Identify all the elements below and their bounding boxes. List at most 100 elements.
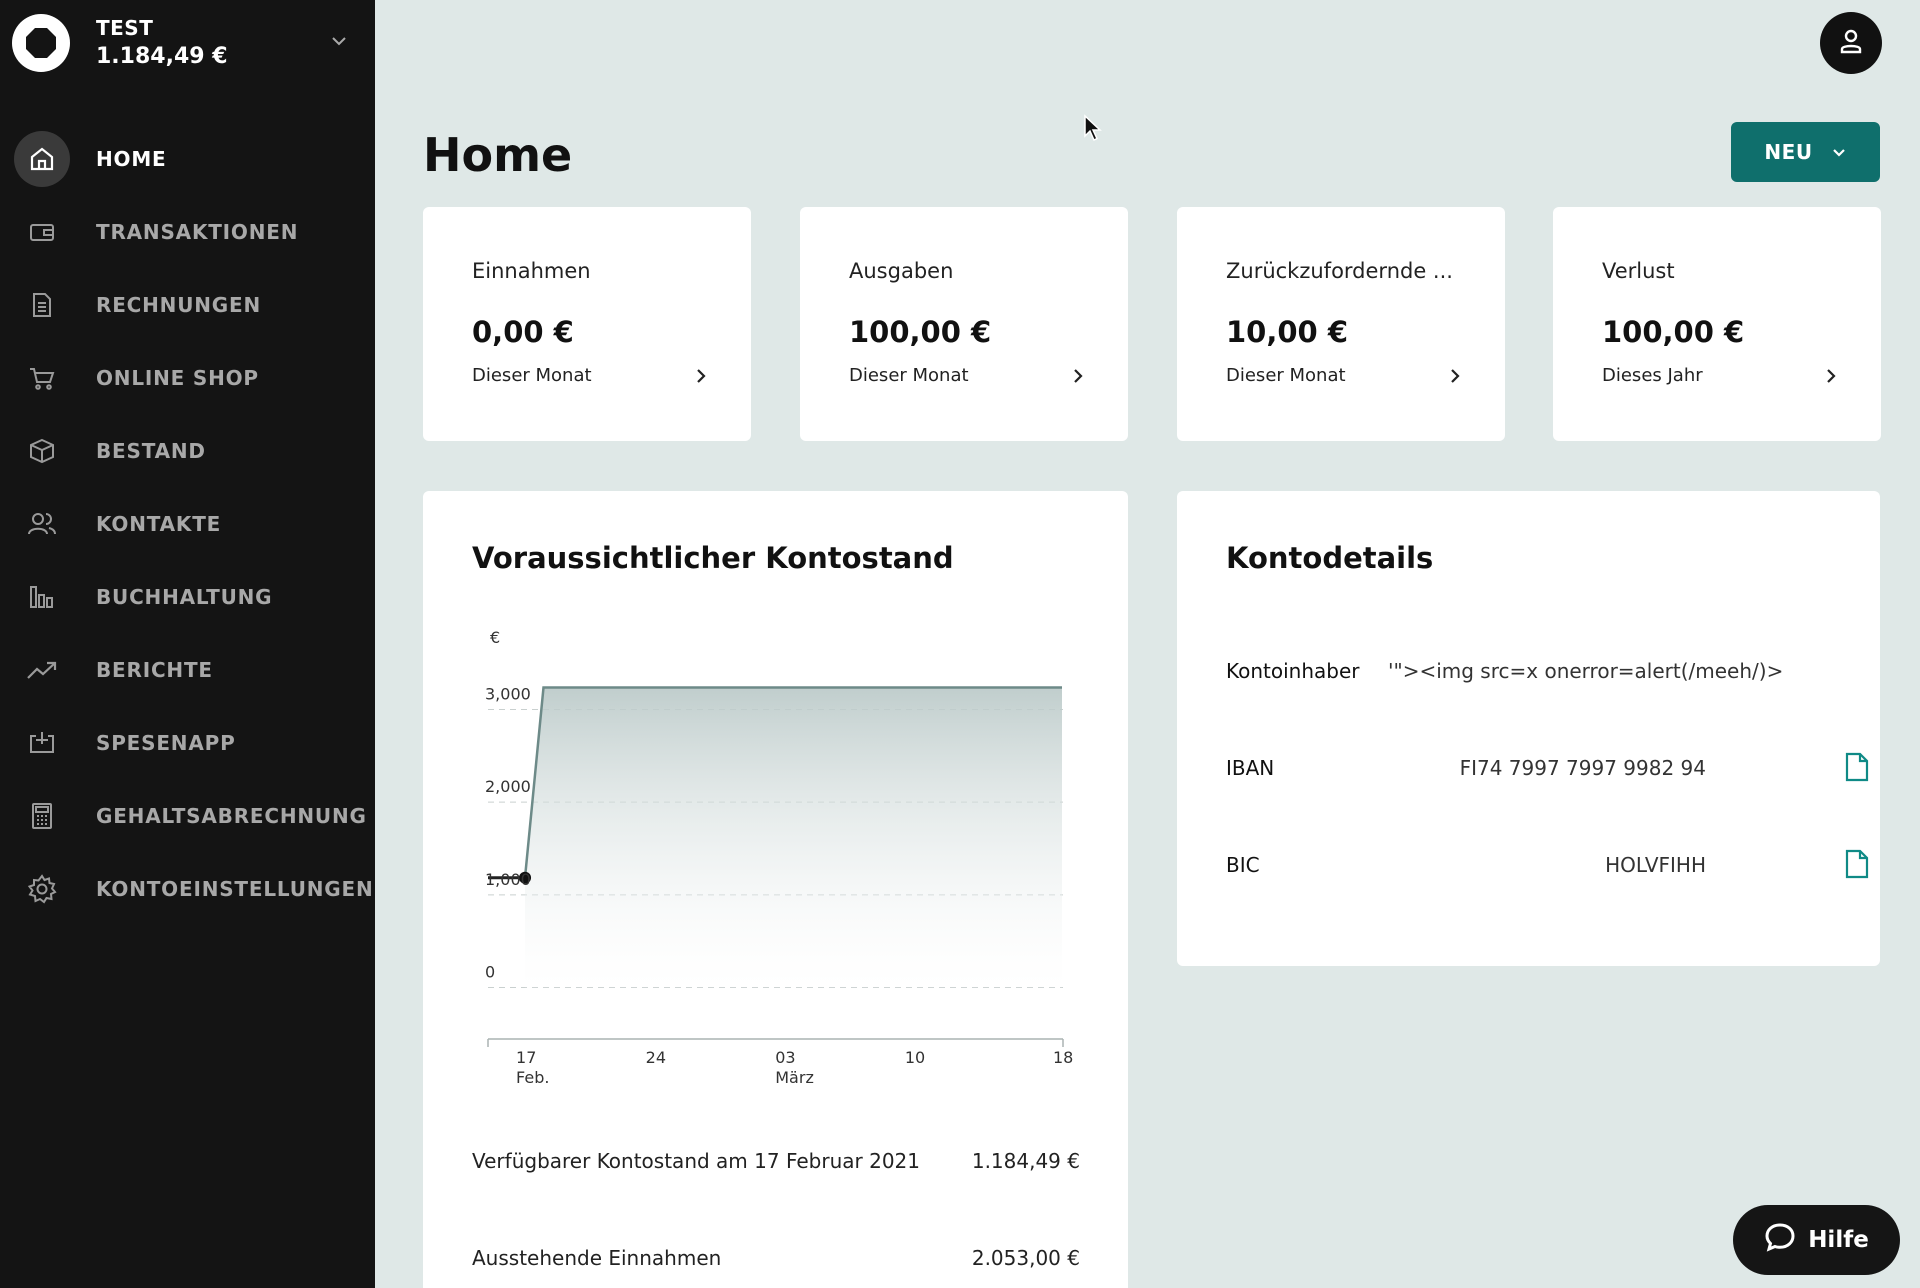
account-switcher[interactable]: TEST 1.184,49 € (12, 12, 362, 76)
nav-item-rechnungen[interactable]: RECHNUNGEN (0, 268, 375, 341)
copy-document-icon[interactable] (1844, 849, 1870, 883)
new-button-label: NEU (1764, 140, 1813, 164)
stat-card-verlust[interactable]: Verlust 100,00 € Dieses Jahr (1553, 207, 1881, 441)
nav-item-transaktionen[interactable]: TRANSAKTIONEN (0, 195, 375, 268)
summary-label: Verfügbarer Kontostand am 17 Februar 202… (472, 1149, 920, 1173)
chat-bubble-icon (1764, 1222, 1796, 1258)
nav-item-kontakte[interactable]: KONTAKTE (0, 487, 375, 560)
sidebar: TEST 1.184,49 € HOME TRANSAKTIONEN RECHN… (0, 0, 375, 1288)
mouse-cursor-icon (1083, 114, 1103, 146)
wallet-icon (14, 204, 70, 260)
bic-label: BIC (1226, 853, 1260, 877)
summary-row-pending-income: Ausstehende Einnahmen 2.053,00 € (472, 1246, 1080, 1270)
account-name: TEST (96, 16, 154, 40)
nav-label: ONLINE SHOP (96, 365, 259, 390)
nav-label: GEHALTSABRECHNUNG (96, 803, 367, 828)
stat-card-zurueckzufordernde[interactable]: Zurückzufordernde ... 10,00 € Dieser Mon… (1177, 207, 1505, 441)
stat-title: Zurückzufordernde ... (1226, 259, 1453, 283)
stat-title: Einnahmen (472, 259, 591, 283)
stat-title: Ausgaben (849, 259, 954, 283)
nav-label: BERICHTE (96, 657, 213, 682)
nav-label: SPESENAPP (96, 730, 236, 755)
stat-title: Verlust (1602, 259, 1675, 283)
chevron-right-icon (695, 367, 707, 389)
iban-value: FI74 7997 7997 9982 94 (1459, 756, 1706, 780)
nav-item-online-shop[interactable]: ONLINE SHOP (0, 341, 375, 414)
nav-item-berichte[interactable]: BERICHTE (0, 633, 375, 706)
x-tick-label: 18 (1053, 1048, 1073, 1067)
summary-value: 1.184,49 € (971, 1149, 1080, 1173)
page-title: Home (423, 128, 573, 182)
gear-icon (14, 861, 70, 917)
x-tick-label: 24 (646, 1048, 666, 1067)
document-icon (14, 277, 70, 333)
nav-label: HOME (96, 146, 167, 171)
iban-label: IBAN (1226, 756, 1275, 780)
calculator-icon (14, 788, 70, 844)
summary-label: Ausstehende Einnahmen (472, 1246, 722, 1270)
contacts-icon (14, 496, 70, 552)
series-area (525, 687, 1062, 988)
bar-chart-icon (14, 569, 70, 625)
account-balance: 1.184,49 € (96, 44, 228, 69)
nav-label: RECHNUNGEN (96, 292, 262, 317)
chevron-right-icon (1072, 367, 1084, 389)
x-tick-sublabel: März (775, 1068, 814, 1087)
nav-label: KONTAKTE (96, 511, 222, 536)
iban-row: IBAN FI74 7997 7997 9982 94 (1226, 748, 1869, 788)
nav-item-home[interactable]: HOME (0, 122, 375, 195)
y-tick-label: 1,000 (485, 870, 531, 889)
y-tick-label: 2,000 (485, 777, 531, 796)
main-nav: HOME TRANSAKTIONEN RECHNUNGEN ONLINE SHO… (0, 122, 375, 925)
receipt-add-icon (14, 715, 70, 771)
new-button[interactable]: NEU (1731, 122, 1880, 182)
x-tick-label: 17 (516, 1048, 536, 1067)
nav-item-gehaltsabrechnung[interactable]: GEHALTSABRECHNUNG (0, 779, 375, 852)
chevron-down-icon[interactable] (330, 32, 348, 51)
nav-item-spesenapp[interactable]: SPESENAPP (0, 706, 375, 779)
nav-label: TRANSAKTIONEN (96, 219, 299, 244)
x-tick-label: 10 (905, 1048, 925, 1067)
stat-period: Dieser Monat (1226, 365, 1346, 386)
box-icon (14, 423, 70, 479)
user-avatar-button[interactable] (1820, 12, 1882, 74)
chevron-right-icon (1449, 367, 1461, 389)
stat-card-ausgaben[interactable]: Ausgaben 100,00 € Dieser Monat (800, 207, 1128, 441)
help-button-label: Hilfe (1808, 1227, 1869, 1253)
cart-icon (14, 350, 70, 406)
stat-period: Dieses Jahr (1602, 365, 1703, 386)
y-tick-label: 3,000 (485, 685, 531, 704)
x-tick-label: 03 (775, 1048, 795, 1067)
nav-item-kontoeinstellungen[interactable]: KONTOEINSTELLUNGEN (0, 852, 375, 925)
nav-label: KONTOEINSTELLUNGEN (96, 876, 374, 901)
nav-item-bestand[interactable]: BESTAND (0, 414, 375, 487)
user-icon (1836, 26, 1866, 60)
nav-item-buchhaltung[interactable]: BUCHHALTUNG (0, 560, 375, 633)
summary-row-available: Verfügbarer Kontostand am 17 Februar 202… (472, 1149, 1080, 1173)
account-logo (12, 14, 70, 72)
bic-value: HOLVFIHH (1605, 853, 1706, 877)
copy-document-icon[interactable] (1844, 752, 1870, 786)
stat-value: 10,00 € (1226, 315, 1349, 349)
account-holder-value: '"><img src=x onerror=alert(/meeh/)> (1388, 659, 1784, 683)
stat-value: 100,00 € (849, 315, 992, 349)
nav-label: BUCHHALTUNG (96, 584, 273, 609)
bic-row: BIC HOLVFIHH (1226, 845, 1869, 885)
trending-icon (14, 642, 70, 698)
chevron-right-icon (1825, 367, 1837, 389)
stat-value: 0,00 € (472, 315, 574, 349)
chevron-down-icon (1831, 140, 1847, 164)
summary-value: 2.053,00 € (971, 1246, 1080, 1270)
help-button[interactable]: Hilfe (1733, 1205, 1900, 1275)
stat-period: Dieser Monat (472, 365, 592, 386)
y-axis-label: € (490, 628, 500, 647)
account-holder-label: Kontoinhaber (1226, 659, 1360, 683)
stat-period: Dieser Monat (849, 365, 969, 386)
nav-label: BESTAND (96, 438, 206, 463)
home-icon (14, 130, 70, 187)
account-holder-row: Kontoinhaber '"><img src=x onerror=alert… (1226, 651, 1826, 691)
account-details-card: Kontodetails Kontoinhaber '"><img src=x … (1177, 491, 1880, 966)
y-tick-label: 0 (485, 962, 495, 981)
forecast-card: Voraussichtlicher Kontostand 0 1,000 2,000… (423, 491, 1128, 1288)
stat-card-einnahmen[interactable]: Einnahmen 0,00 € Dieser Monat (423, 207, 751, 441)
